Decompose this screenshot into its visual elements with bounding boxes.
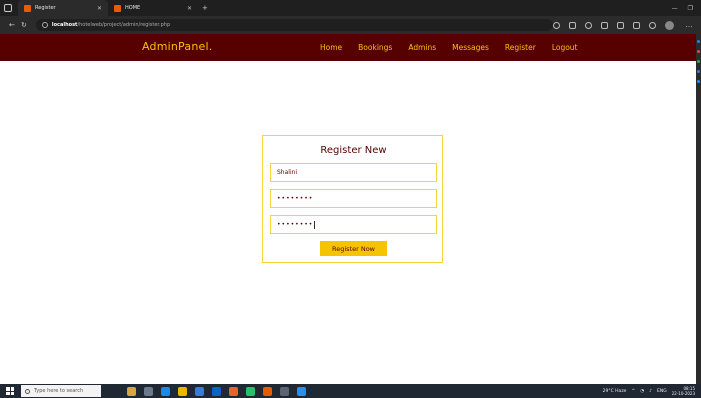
close-icon[interactable]: ✕ — [187, 5, 192, 12]
sidebar-search-icon[interactable] — [697, 40, 700, 43]
browser-sidebar — [696, 34, 701, 384]
nav-admins[interactable]: Admins — [408, 43, 436, 52]
username-value: Shalini — [277, 169, 298, 176]
url-path: /hotelweb/project/admin/register.php — [77, 22, 171, 28]
address-bar: ← ↻ localhost /hotelweb/project/admin/re… — [0, 16, 701, 34]
refresh-icon[interactable]: ↻ — [18, 21, 30, 29]
windows-start-icon[interactable] — [6, 387, 14, 395]
mail-icon[interactable] — [212, 386, 221, 396]
favicon-icon — [114, 4, 121, 12]
window-controls: — ❐ — [672, 5, 701, 12]
url-host: localhost — [51, 22, 78, 28]
register-now-button[interactable]: Register Now — [320, 241, 387, 256]
tab-title: HOME — [125, 5, 141, 11]
screen: Register ✕ HOME ✕ + — ❐ ← ↻ localhost /h… — [0, 0, 701, 398]
sidebar-office-icon[interactable] — [697, 70, 700, 73]
back-icon[interactable]: ← — [6, 21, 18, 29]
password-value: •••••••• — [277, 195, 314, 202]
read-aloud-icon[interactable] — [569, 21, 577, 29]
favorite-icon[interactable] — [585, 21, 593, 29]
tab-title: Register — [35, 5, 56, 11]
tab-actions-icon[interactable] — [4, 4, 12, 12]
collections-icon[interactable] — [633, 21, 641, 29]
close-icon[interactable]: ✕ — [97, 5, 102, 12]
taskbar-apps — [127, 386, 306, 396]
taskbar-search-input[interactable]: Type here to search — [21, 385, 101, 397]
confirm-password-input[interactable]: •••••••• — [270, 215, 437, 234]
extensions-icon[interactable] — [649, 21, 657, 29]
windows-taskbar: Type here to search 29°C Haze ^ ◔ ♪ ENG … — [0, 384, 701, 398]
zoom-icon[interactable] — [553, 21, 561, 29]
nav-logout[interactable]: Logout — [552, 43, 578, 52]
app-icon[interactable] — [280, 386, 289, 396]
confirm-password-value: •••••••• — [277, 221, 314, 228]
store-icon[interactable] — [195, 386, 204, 396]
register-form: Register New Shalini •••••••• •••••••• R… — [262, 135, 443, 263]
sidebar-games-icon[interactable] — [697, 60, 700, 63]
more-icon[interactable]: … — [683, 21, 695, 29]
language-indicator[interactable]: ENG — [657, 389, 667, 394]
browser-tab-strip: Register ✕ HOME ✕ + — ❐ — [0, 0, 701, 16]
edge-icon[interactable] — [161, 386, 170, 396]
nav-home[interactable]: Home — [320, 43, 342, 52]
favorites-icon[interactable] — [617, 21, 625, 29]
tab-register[interactable]: Register ✕ — [18, 0, 108, 16]
search-icon — [25, 388, 30, 394]
form-title: Register New — [320, 145, 387, 156]
sidebar-tools-icon[interactable] — [697, 50, 700, 53]
weather-status[interactable]: 29°C Haze — [603, 389, 627, 394]
clock[interactable]: 08:15 22-10-2023 — [672, 386, 695, 396]
restore-icon[interactable]: ❐ — [688, 5, 693, 12]
weather-widget-icon[interactable] — [127, 386, 136, 396]
clock-date: 22-10-2023 — [671, 391, 695, 396]
browser-toolbar: … — [553, 20, 695, 30]
url-field[interactable]: localhost /hotelweb/project/admin/regist… — [35, 19, 554, 31]
search-placeholder: Type here to search — [34, 388, 84, 394]
tab-home[interactable]: HOME ✕ — [108, 0, 198, 16]
tray-chevron-icon[interactable]: ^ — [631, 389, 635, 394]
page: AdminPanel. Home Bookings Admins Message… — [0, 34, 696, 384]
nav-bookings[interactable]: Bookings — [358, 43, 392, 52]
task-view-icon[interactable] — [144, 386, 153, 396]
minimize-icon[interactable]: — — [672, 5, 678, 12]
nav-messages[interactable]: Messages — [452, 43, 489, 52]
info-icon[interactable] — [41, 22, 48, 28]
file-explorer-icon[interactable] — [178, 386, 187, 396]
nav-register[interactable]: Register — [505, 43, 536, 52]
profile-avatar[interactable] — [665, 20, 675, 30]
system-tray: 29°C Haze ^ ◔ ♪ ENG 08:15 22-10-2023 — [603, 386, 701, 396]
brand-logo[interactable]: AdminPanel. — [142, 40, 212, 53]
whatsapp-icon[interactable] — [246, 386, 255, 396]
vscode-icon[interactable] — [297, 386, 306, 396]
split-screen-icon[interactable] — [601, 21, 609, 29]
username-input[interactable]: Shalini — [270, 163, 437, 182]
sidebar-outlook-icon[interactable] — [697, 80, 700, 83]
network-icon[interactable]: ◔ — [640, 389, 644, 394]
nav-links: Home Bookings Admins Messages Register L… — [320, 43, 594, 52]
new-tab-icon[interactable]: + — [202, 4, 208, 12]
chrome-icon[interactable] — [229, 386, 238, 396]
favicon-icon — [24, 4, 31, 12]
volume-icon[interactable]: ♪ — [649, 389, 652, 394]
text-caret — [314, 220, 316, 229]
xampp-icon[interactable] — [263, 386, 272, 396]
password-input[interactable]: •••••••• — [270, 189, 437, 208]
admin-navbar: AdminPanel. Home Bookings Admins Message… — [0, 34, 696, 61]
